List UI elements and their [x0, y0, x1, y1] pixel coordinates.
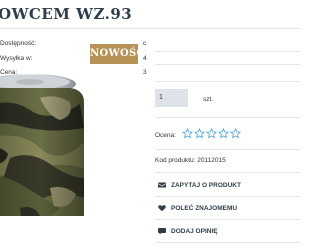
comment-icon — [158, 228, 166, 235]
recommend-to-friend-button[interactable]: POLEĆ ZNAJOMEMU — [155, 198, 300, 218]
section-divider — [155, 149, 300, 150]
recommend-to-friend-label: POLEĆ ZNAJOMEMU — [171, 204, 238, 212]
product-image — [0, 74, 84, 216]
price-row: Cena: 3 — [0, 69, 147, 76]
section-divider — [155, 117, 300, 118]
rating-stars[interactable] — [182, 128, 241, 139]
action-divider — [155, 242, 300, 243]
info-divider — [155, 51, 300, 52]
new-badge: NOWOŚĆ — [90, 44, 144, 64]
section-divider — [155, 172, 300, 173]
ask-about-product-label: ZAPYTAJ O PRODUKT — [171, 181, 241, 189]
info-divider — [155, 64, 300, 65]
product-title: OWCEM WZ.93 — [0, 5, 133, 23]
availability-label: Dostępność: — [0, 40, 37, 47]
action-divider — [155, 196, 300, 197]
product-code-row: Kod produktu: 20112015 — [155, 157, 226, 164]
heart-icon — [158, 205, 166, 212]
star-icon[interactable] — [230, 128, 241, 139]
product-code-value: 20112015 — [197, 157, 226, 164]
shipping-value: 4 — [143, 55, 147, 62]
price-label: Cena: — [0, 69, 18, 76]
availability-value: c — [143, 40, 147, 47]
shipping-row: Wysyłka w: 4 — [0, 55, 147, 62]
quantity-input[interactable]: 1 — [155, 89, 188, 107]
price-value: 3 — [143, 69, 147, 76]
envelope-icon — [158, 182, 166, 188]
rating-label: Ocena: — [155, 132, 176, 139]
add-review-label: DODAJ OPINIĘ — [171, 227, 218, 235]
add-review-button[interactable]: DODAJ OPINIĘ — [155, 221, 300, 241]
ask-about-product-button[interactable]: ZAPYTAJ O PRODUKT — [155, 175, 300, 195]
star-icon[interactable] — [194, 128, 205, 139]
info-divider — [155, 81, 300, 82]
product-code-label: Kod produktu: — [155, 157, 196, 164]
availability-row: Dostępność: c — [0, 40, 146, 47]
star-icon[interactable] — [206, 128, 217, 139]
quantity-unit: szt. — [203, 96, 214, 103]
title-divider — [0, 28, 300, 29]
action-divider — [155, 219, 300, 220]
star-icon[interactable] — [182, 128, 193, 139]
star-icon[interactable] — [218, 128, 229, 139]
shipping-label: Wysyłka w: — [0, 55, 33, 62]
